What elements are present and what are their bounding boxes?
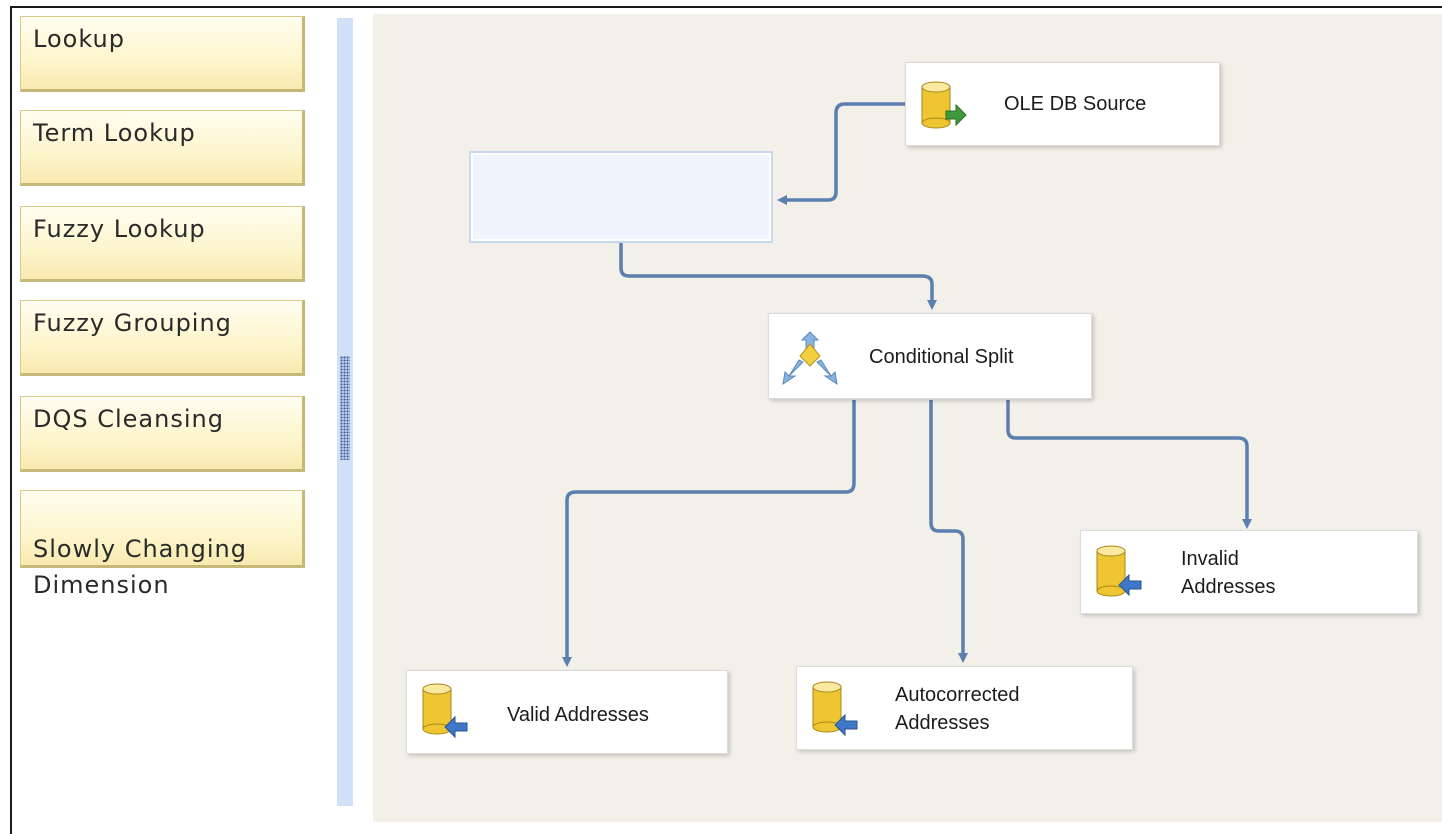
- database-destination-icon: [812, 681, 858, 737]
- autocorrected-addresses-destination[interactable]: Autocorrected Addresses: [796, 666, 1133, 750]
- flow-source-to-task: [777, 102, 905, 205]
- empty-transformation-placeholder[interactable]: [469, 151, 773, 243]
- ole-db-source-component[interactable]: OLE DB Source: [905, 62, 1220, 146]
- valid-addresses-destination[interactable]: Valid Addresses: [406, 670, 728, 754]
- component-label: Invalid Addresses: [1181, 548, 1276, 598]
- component-label: Valid Addresses: [507, 704, 649, 726]
- conditional-split-component[interactable]: Conditional Split: [768, 313, 1092, 399]
- database-source-icon: [921, 81, 967, 129]
- conditional-split-icon: [782, 331, 838, 386]
- invalid-addresses-destination[interactable]: Invalid Addresses: [1080, 530, 1418, 614]
- component-label: Autocorrected Addresses: [895, 684, 1020, 734]
- flow-split-to-autocorrected: [929, 400, 968, 663]
- database-destination-icon: [422, 683, 468, 739]
- component-label: Conditional Split: [869, 346, 1014, 368]
- flow-task-to-split: [619, 243, 937, 310]
- flow-split-to-valid: [562, 400, 856, 667]
- database-destination-icon: [1096, 545, 1142, 597]
- flow-split-to-invalid: [1006, 400, 1252, 529]
- component-label: OLE DB Source: [1004, 93, 1147, 115]
